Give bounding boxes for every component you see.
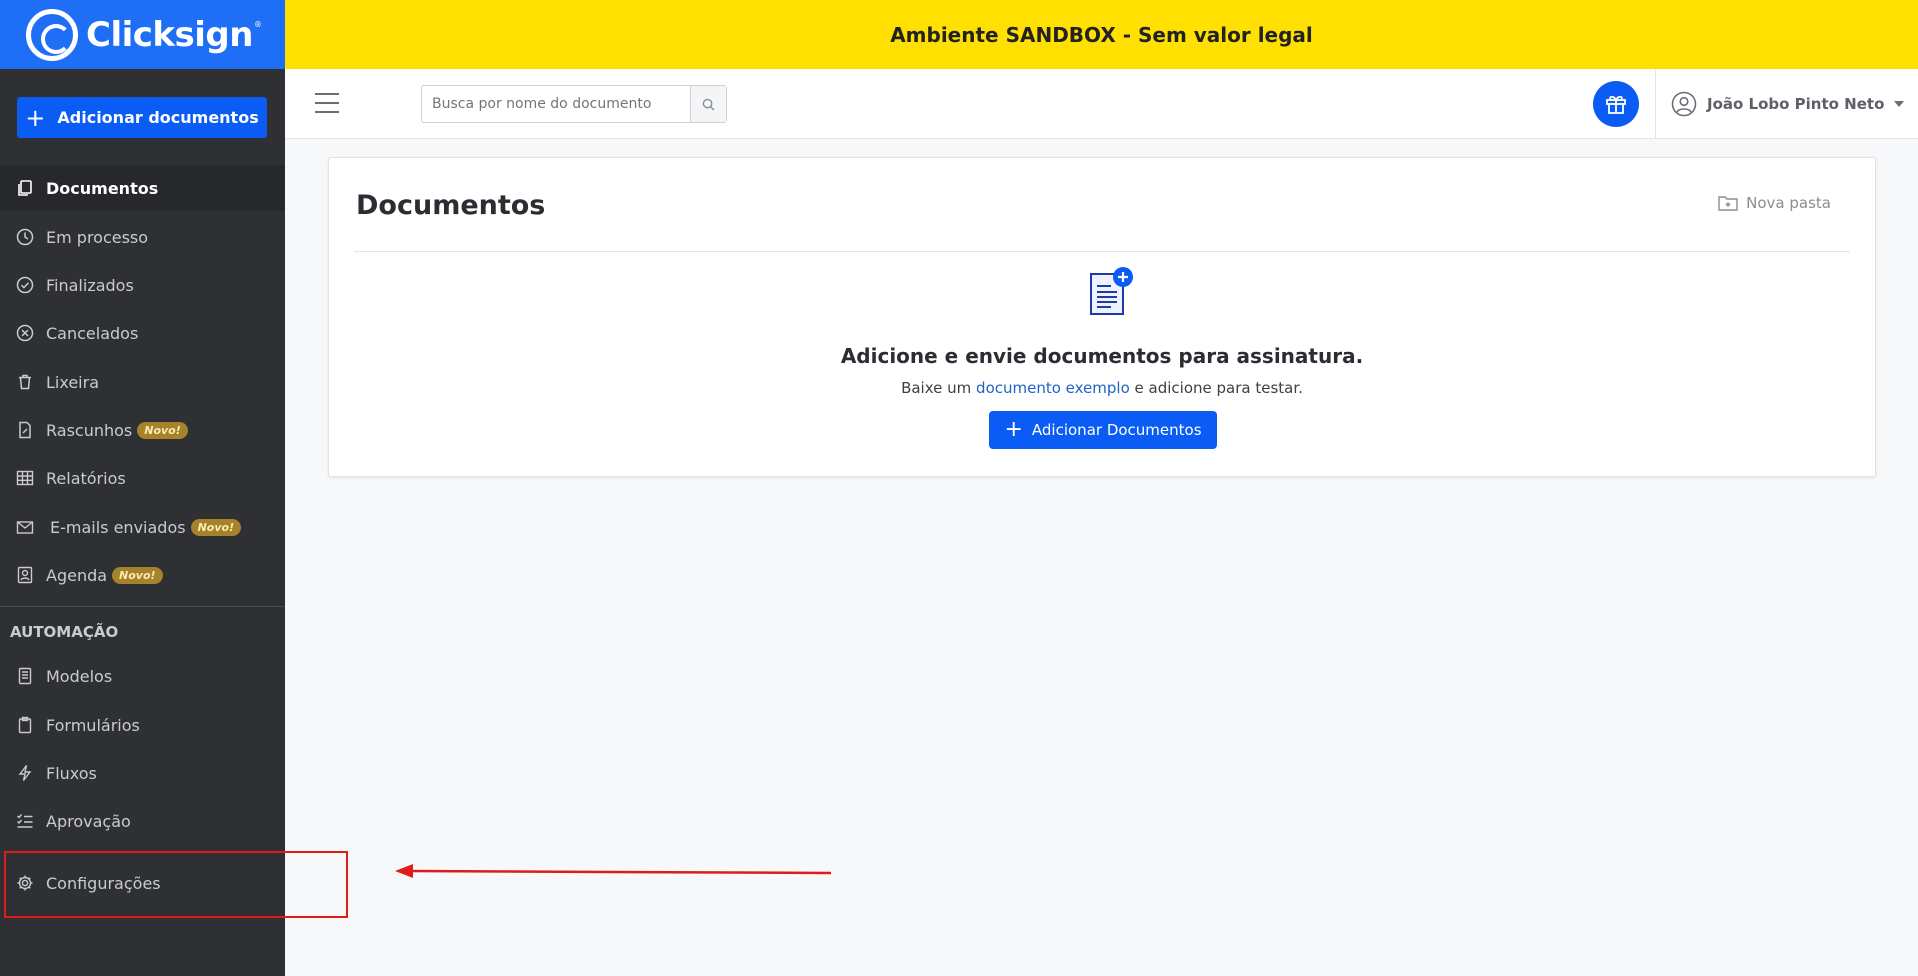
search-input[interactable] bbox=[422, 86, 690, 122]
sidebar-item-finalizados[interactable]: Finalizados bbox=[0, 262, 285, 308]
documents-card: Documentos Nova pasta Adicione e envie d… bbox=[328, 157, 1876, 477]
plus-icon: + bbox=[1004, 417, 1023, 442]
annotation-arrow bbox=[395, 864, 832, 878]
sidebar-item-label: Aprovação bbox=[46, 811, 131, 831]
sidebar-item-cancelados[interactable]: Cancelados bbox=[0, 310, 285, 356]
card-divider bbox=[354, 251, 1850, 252]
new-folder-button[interactable]: Nova pasta bbox=[1718, 194, 1831, 212]
add-documents-label: Adicionar documentos bbox=[57, 108, 259, 127]
check-circle-icon bbox=[16, 276, 34, 294]
sidebar-item-label: Fluxos bbox=[46, 763, 97, 783]
empty-sub-suffix: e adicione para testar. bbox=[1134, 379, 1303, 397]
gift-icon bbox=[1606, 95, 1626, 114]
brand-logo[interactable]: Clicksign ® bbox=[0, 0, 285, 69]
sidebar-item-modelos[interactable]: Modelos bbox=[0, 653, 285, 699]
sidebar-item-label: Agenda bbox=[46, 565, 108, 585]
sidebar: Clicksign ® + Adicionar documentos Docum… bbox=[0, 0, 285, 976]
document-add-icon bbox=[1090, 267, 1133, 315]
new-badge: Novo! bbox=[137, 421, 188, 439]
sidebar-divider bbox=[0, 606, 285, 607]
sidebar-item-label: E-mails enviados bbox=[50, 517, 186, 537]
sidebar-item-label: Documentos bbox=[46, 178, 159, 198]
chevron-down-icon bbox=[1894, 101, 1905, 107]
template-icon bbox=[16, 667, 34, 685]
sidebar-item-rascunhos[interactable]: Rascunhos Novo! bbox=[0, 407, 285, 453]
user-menu[interactable]: João Lobo Pinto Neto bbox=[1671, 89, 1905, 119]
lightning-icon bbox=[16, 764, 34, 782]
sidebar-item-label: Em processo bbox=[46, 227, 149, 247]
add-documents-main-label: Adicionar Documentos bbox=[1031, 421, 1202, 439]
x-circle-icon bbox=[16, 324, 34, 342]
search-icon bbox=[702, 98, 715, 111]
annotation-highlight-box bbox=[4, 851, 348, 918]
automation-section-label: AUTOMAÇÃO bbox=[10, 623, 119, 641]
search-button[interactable] bbox=[690, 86, 726, 122]
sidebar-item-label: Rascunhos bbox=[46, 420, 133, 440]
sandbox-banner: Ambiente SANDBOX - Sem valor legal bbox=[285, 0, 1918, 69]
empty-state-subtitle: Baixe um documento exemplo e adicione pa… bbox=[329, 379, 1875, 397]
sample-document-link[interactable]: documento exemplo bbox=[976, 379, 1130, 397]
folder-add-icon bbox=[1718, 196, 1738, 211]
sidebar-item-agenda[interactable]: Agenda Novo! bbox=[0, 552, 285, 598]
user-name: João Lobo Pinto Neto bbox=[1707, 95, 1885, 113]
draft-icon bbox=[16, 421, 34, 439]
sidebar-item-fluxos[interactable]: Fluxos bbox=[0, 750, 285, 796]
email-icon bbox=[16, 518, 34, 536]
plus-icon: + bbox=[25, 103, 46, 132]
table-icon bbox=[16, 469, 34, 487]
clipboard-icon bbox=[16, 716, 34, 734]
sidebar-item-em-processo[interactable]: Em processo bbox=[0, 214, 285, 260]
sidebar-item-label: Finalizados bbox=[46, 275, 134, 295]
checklist-icon bbox=[16, 812, 34, 830]
documents-icon bbox=[16, 179, 34, 197]
sidebar-item-label: Cancelados bbox=[46, 323, 139, 343]
trash-icon bbox=[16, 373, 34, 391]
empty-sub-prefix: Baixe um bbox=[901, 379, 972, 397]
empty-state-title: Adicione e envie documentos para assinat… bbox=[840, 344, 1364, 368]
new-folder-label: Nova pasta bbox=[1746, 194, 1831, 212]
gift-button[interactable] bbox=[1593, 81, 1639, 127]
add-documents-main-button[interactable]: + Adicionar Documentos bbox=[989, 411, 1217, 449]
sidebar-item-label: Relatórios bbox=[46, 468, 126, 488]
sidebar-item-label: Modelos bbox=[46, 666, 113, 686]
clicksign-logo-icon bbox=[26, 8, 78, 61]
sidebar-item-lixeira[interactable]: Lixeira bbox=[0, 359, 285, 405]
sidebar-item-documentos[interactable]: Documentos bbox=[0, 165, 285, 211]
add-documents-button[interactable]: + Adicionar documentos bbox=[17, 97, 267, 138]
search-box bbox=[421, 85, 727, 123]
registered-mark: ® bbox=[253, 20, 262, 29]
top-bar: João Lobo Pinto Neto bbox=[285, 69, 1918, 139]
sidebar-item-label: Formulários bbox=[46, 715, 140, 735]
contact-icon bbox=[16, 566, 34, 584]
user-separator bbox=[1655, 69, 1656, 139]
clock-icon bbox=[16, 228, 34, 246]
menu-toggle-icon[interactable] bbox=[315, 93, 339, 113]
new-badge: Novo! bbox=[112, 566, 163, 584]
brand-name: Clicksign bbox=[86, 14, 253, 55]
user-avatar-icon bbox=[1671, 91, 1697, 117]
sidebar-item-label: Lixeira bbox=[46, 372, 100, 392]
sidebar-item-formularios[interactable]: Formulários bbox=[0, 702, 285, 748]
sidebar-item-relatorios[interactable]: Relatórios bbox=[0, 455, 285, 501]
sidebar-item-aprovacao[interactable]: Aprovação bbox=[0, 798, 285, 844]
sidebar-item-emails-enviados[interactable]: E-mails enviados Novo! bbox=[0, 504, 285, 550]
new-badge: Novo! bbox=[190, 518, 242, 536]
page-title: Documentos bbox=[356, 190, 546, 221]
